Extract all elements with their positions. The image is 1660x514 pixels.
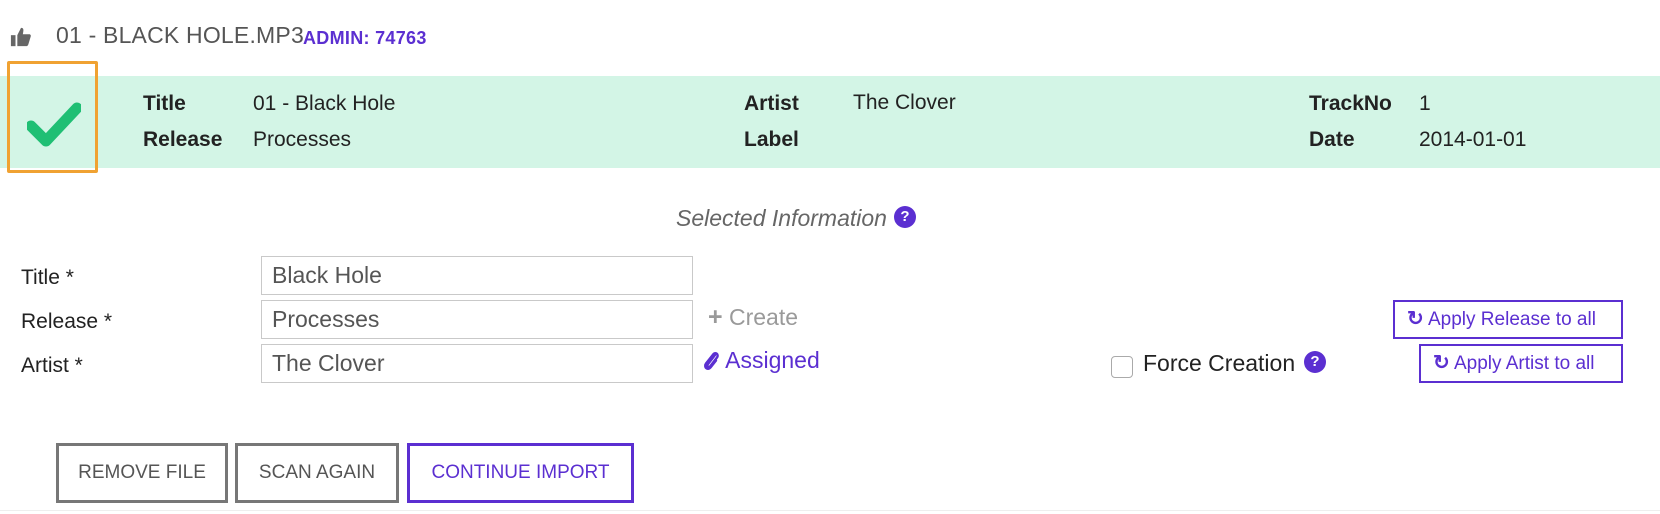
apply-artist-label: Apply Artist to all: [1454, 353, 1595, 374]
info-trackno-label: TrackNo: [1309, 92, 1392, 115]
divider: [0, 510, 1660, 511]
checkmark-icon: [27, 102, 81, 147]
selected-information-heading: Selected Information: [676, 205, 887, 231]
info-title-value: 01 - Black Hole: [253, 92, 396, 115]
paperclip-icon: [704, 351, 719, 371]
title-input[interactable]: Black Hole: [261, 256, 693, 295]
release-input[interactable]: Processes: [261, 300, 693, 339]
artist-field-label: Artist *: [21, 354, 83, 377]
file-name: 01 - BLACK HOLE.MP3: [56, 22, 304, 48]
release-field-label: Release *: [21, 310, 113, 333]
force-creation-checkbox[interactable]: [1111, 356, 1133, 378]
refresh-icon: ↻: [1407, 308, 1424, 330]
title-field-label: Title *: [21, 266, 74, 289]
info-date-value: 2014-01-01: [1419, 128, 1527, 151]
info-release-label: Release: [143, 128, 223, 151]
continue-import-button[interactable]: CONTINUE IMPORT: [407, 443, 634, 503]
artist-input[interactable]: The Clover: [261, 344, 693, 383]
scan-again-button[interactable]: SCAN AGAIN: [235, 443, 399, 503]
assigned-artist-link[interactable]: Assigned: [702, 347, 820, 374]
apply-release-label: Apply Release to all: [1428, 309, 1596, 330]
admin-id-label: ADMIN: 74763: [303, 28, 427, 48]
force-help-icon[interactable]: ?: [1304, 351, 1326, 373]
thumbs-up-icon: [10, 27, 31, 47]
remove-file-button[interactable]: REMOVE FILE: [56, 443, 228, 503]
assigned-label: Assigned: [725, 347, 820, 373]
create-release-link[interactable]: + Create: [708, 303, 798, 332]
track-info-band: [0, 76, 1660, 168]
apply-release-to-all-button[interactable]: ↻ Apply Release to all: [1393, 300, 1623, 339]
apply-artist-to-all-button[interactable]: ↻ Apply Artist to all: [1419, 344, 1623, 383]
info-label-label: Label: [744, 128, 799, 151]
info-release-value: Processes: [253, 128, 352, 151]
create-label: Create: [729, 304, 799, 330]
plus-icon: +: [708, 303, 723, 331]
info-date-label: Date: [1309, 128, 1355, 151]
info-title-label: Title: [143, 92, 186, 115]
help-icon[interactable]: ?: [894, 206, 916, 228]
info-trackno-value: 1: [1419, 92, 1431, 115]
refresh-icon: ↻: [1433, 352, 1450, 374]
info-artist-value: The Clover: [853, 91, 956, 114]
force-creation-label: Force Creation: [1143, 350, 1296, 376]
info-artist-label: Artist: [744, 92, 799, 115]
